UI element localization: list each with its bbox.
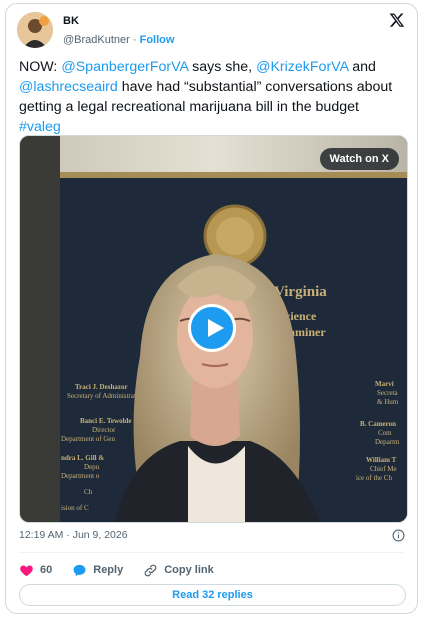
wall-role-1: Secretary of Administrati [67,392,138,400]
divider [19,552,404,553]
video-player[interactable]: of Virginia c Science Examiner Traci J. … [19,135,408,523]
read-replies-button[interactable]: Read 32 replies [19,584,406,606]
link-icon [144,564,157,576]
x-logo-icon[interactable] [389,12,405,28]
action-bar: 60 Reply Copy link [19,559,234,581]
wall-role-3: Depu [84,463,100,471]
wall-rrole-2b: Departm [375,438,400,446]
wall-name-2: Banci E. Tewolde [80,417,132,425]
like-count: 60 [40,564,53,576]
follow-button[interactable]: Follow [140,34,175,46]
author-handle-row: @BradKutner · Follow [63,34,174,46]
wall-rname-2: B. Cameron [360,420,396,428]
tweet-text: NOW: @SpanbergerForVA says she, @KrizekF… [19,57,404,137]
hashtag-link[interactable]: #valeg [19,119,61,135]
wall-rname-3: William T [366,456,397,464]
play-button[interactable] [188,304,236,352]
separator: · [132,34,137,46]
copy-link-label: Copy link [164,564,214,576]
tweet-text-part: says she, [188,59,257,75]
wall-role-3b: Department o [61,472,100,480]
reply-icon [73,564,86,576]
wall-role-2: Director [92,426,116,434]
wall-rrole-3: Chief Me [370,465,397,473]
wall-rrole-2: Com [378,429,392,437]
copy-link-button[interactable]: Copy link [143,563,214,578]
wall-name-1: Traci J. Deshazor [75,383,128,391]
wall-rrole-3b: ice of the Ch [356,474,392,482]
wall-rrole-1: Secreta [377,389,398,397]
wall-name-3: ndra L. Gill & [61,454,104,462]
avatar[interactable] [17,12,53,48]
wall-role-2b: Department of Gen [61,435,116,443]
mention-link[interactable]: @SpanbergerForVA [61,59,188,75]
wall-rname-1: Marvi [375,380,394,388]
tweet-text-part: and [348,59,376,75]
heart-icon [20,565,33,576]
reply-label: Reply [93,564,124,576]
mention-link[interactable]: @KrizekForVA [256,59,348,75]
author-name[interactable]: BK [63,15,79,27]
info-icon[interactable] [392,529,405,542]
tweet-text-part: NOW: [19,59,62,75]
timestamp[interactable]: 12:19 AM · Jun 9, 2026 [19,529,128,541]
mention-link[interactable]: @lashrecseaird [19,79,118,95]
author-handle[interactable]: @BradKutner [63,34,130,46]
wall-role-3d: ision of C [61,504,89,512]
watch-on-x-button[interactable]: Watch on X [319,148,399,170]
like-button[interactable]: 60 [19,563,52,578]
reply-button[interactable]: Reply [72,563,123,578]
wall-role-3c: Ch [84,488,93,496]
wall-rrole-1b: & Hum [377,398,399,406]
tweet-card: BK @BradKutner · Follow NOW: @Spanberger… [5,3,418,614]
